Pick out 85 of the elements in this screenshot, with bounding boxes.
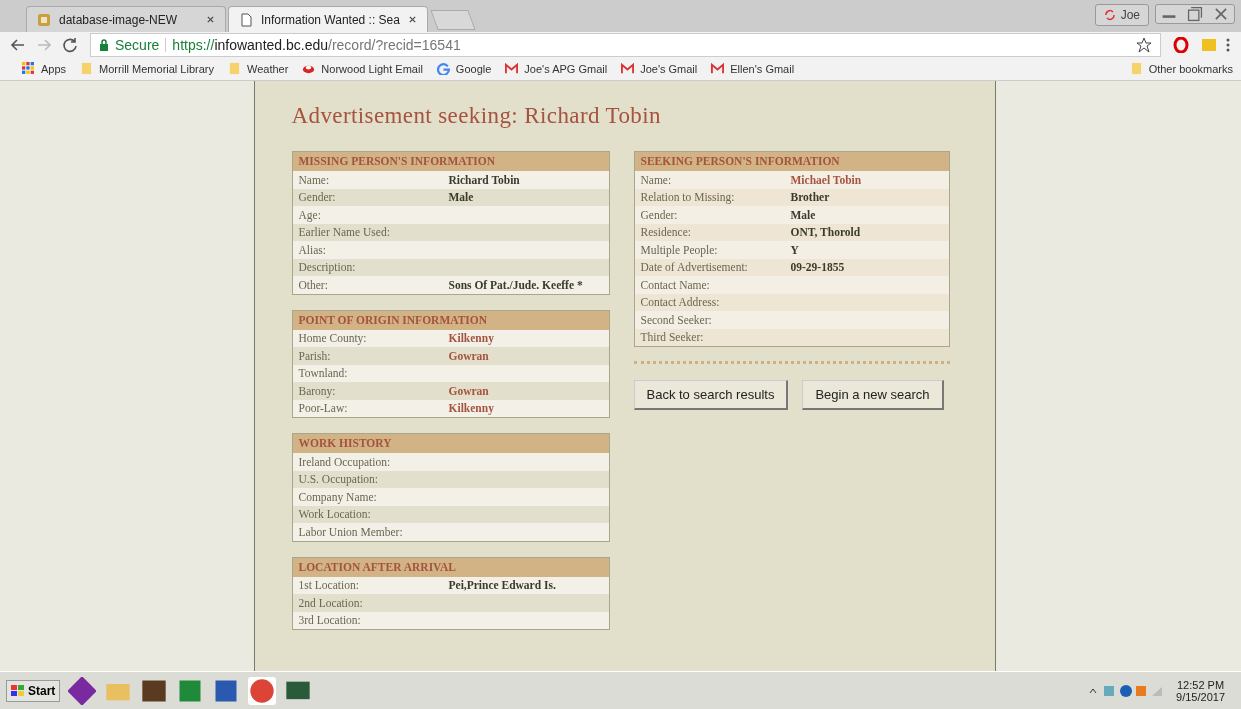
bookmark-link[interactable]: Google xyxy=(436,62,492,75)
browser-tab[interactable]: database-image-NEW xyxy=(26,6,226,32)
page-button[interactable]: Begin a new search xyxy=(802,380,944,410)
back-icon[interactable] xyxy=(10,36,26,53)
section-heading: LOCATION AFTER ARRIVAL xyxy=(292,557,609,577)
field-value: Richard Tobin xyxy=(448,173,520,186)
field-value[interactable]: Gowran xyxy=(448,384,489,397)
field-value: Sons Of Pat./Jude. Keeffe * xyxy=(448,278,583,291)
field-label: 3rd Location: xyxy=(298,614,362,627)
field-label: Earlier Name Used: xyxy=(298,226,391,239)
reload-icon[interactable] xyxy=(62,36,78,53)
section-heading: POINT OF ORIGIN INFORMATION xyxy=(292,310,609,330)
address-bar[interactable]: Secure https://infowanted.bc.edu/record/?recid=16541 xyxy=(90,32,1161,57)
field-label: Second Seeker: xyxy=(640,313,713,326)
bookmark-link[interactable]: Norwood Light Email xyxy=(302,62,423,75)
field-value: Brother xyxy=(790,191,830,204)
section-heading: MISSING PERSON'S INFORMATION xyxy=(292,152,609,171)
field-value[interactable]: Kilkenny xyxy=(448,402,494,415)
field-label: Company Name: xyxy=(298,490,378,503)
field-label: Labor Union Member: xyxy=(298,525,404,538)
sync-icon xyxy=(1103,9,1116,21)
field-label: Age: xyxy=(298,208,322,221)
bookmark-link[interactable]: Joe's APG Gmail xyxy=(505,62,608,75)
field-label: Name: xyxy=(640,173,673,186)
field-label: Contact Name: xyxy=(640,278,711,291)
field-label: Work Location: xyxy=(298,508,372,521)
field-label: Third Seeker: xyxy=(640,331,705,344)
bookmark-link[interactable]: Other bookmarks xyxy=(1129,62,1233,75)
field-label: Ireland Occupation: xyxy=(298,455,392,468)
section-heading: SEEKING PERSON'S INFORMATION xyxy=(634,152,949,171)
folder-icon xyxy=(1129,62,1143,75)
start-button[interactable]: Start xyxy=(6,679,61,702)
mail-icon xyxy=(621,62,635,75)
close-icon[interactable] xyxy=(206,15,215,24)
field-label: Other: xyxy=(298,278,329,291)
bookmark-link[interactable]: Joe's Gmail xyxy=(621,62,698,75)
bookmark-link[interactable]: Weather xyxy=(228,62,289,75)
field-value: Male xyxy=(448,191,474,204)
mail-icon xyxy=(711,62,725,75)
section-heading: WORK HISTORY xyxy=(292,434,609,453)
field-label: Home County: xyxy=(298,332,368,345)
field-label: Gender: xyxy=(298,191,337,204)
clock[interactable]: 12:52 PM 9/15/2017 xyxy=(1176,678,1225,703)
field-label: Poor-Law: xyxy=(298,402,349,415)
field-value[interactable]: Kilkenny xyxy=(448,332,494,345)
lock-icon xyxy=(99,38,109,51)
browser-tab[interactable]: Information Wanted :: Sea xyxy=(228,6,428,32)
field-label: Multiple People: xyxy=(640,243,719,256)
field-label: Name: xyxy=(298,173,331,186)
field-value: Pei,Prince Edward Is. xyxy=(448,579,556,592)
windows-flag-icon xyxy=(11,684,25,697)
profile-button[interactable]: Joe xyxy=(1094,4,1149,26)
page-button[interactable]: Back to search results xyxy=(633,380,789,410)
mail-icon xyxy=(505,62,519,75)
field-value: ONT, Thorold xyxy=(790,226,861,239)
field-label: Contact Address: xyxy=(640,296,721,309)
g-logo-icon xyxy=(436,62,450,75)
page-icon xyxy=(239,12,253,27)
field-label: Residence: xyxy=(640,226,692,239)
star-icon[interactable] xyxy=(1136,36,1152,53)
field-label: Description: xyxy=(298,261,357,274)
field-value[interactable]: Michael Tobin xyxy=(790,173,862,186)
bookmark-link[interactable]: Apps xyxy=(22,62,67,75)
field-label: Date of Advertisement: xyxy=(640,261,749,274)
menu-icon[interactable] xyxy=(1226,36,1230,53)
field-label: Alias: xyxy=(298,243,327,256)
field-label: Barony: xyxy=(298,384,337,397)
field-label: Relation to Missing: xyxy=(640,191,736,204)
field-label: 1st Location: xyxy=(298,579,360,592)
field-label: Townland: xyxy=(298,367,349,380)
bookmark-link[interactable]: Ellen's Gmail xyxy=(711,62,795,75)
bookmark-link[interactable]: Morrill Memorial Library xyxy=(80,62,214,75)
close-icon[interactable] xyxy=(408,15,417,24)
field-value: 09-29-1855 xyxy=(790,261,845,274)
field-value: Y xyxy=(790,243,799,256)
field-label: U.S. Occupation: xyxy=(298,473,380,486)
field-label: Parish: xyxy=(298,349,332,362)
folder-icon xyxy=(228,62,241,75)
field-value[interactable]: Gowran xyxy=(448,349,489,362)
page-title: Advertisement seeking: Richard Tobin xyxy=(291,103,662,129)
field-value: Male xyxy=(790,208,816,221)
field-label: 2nd Location: xyxy=(298,596,364,609)
folder-icon xyxy=(80,62,94,75)
field-label: Gender: xyxy=(640,208,679,221)
grid-icon xyxy=(22,62,35,75)
